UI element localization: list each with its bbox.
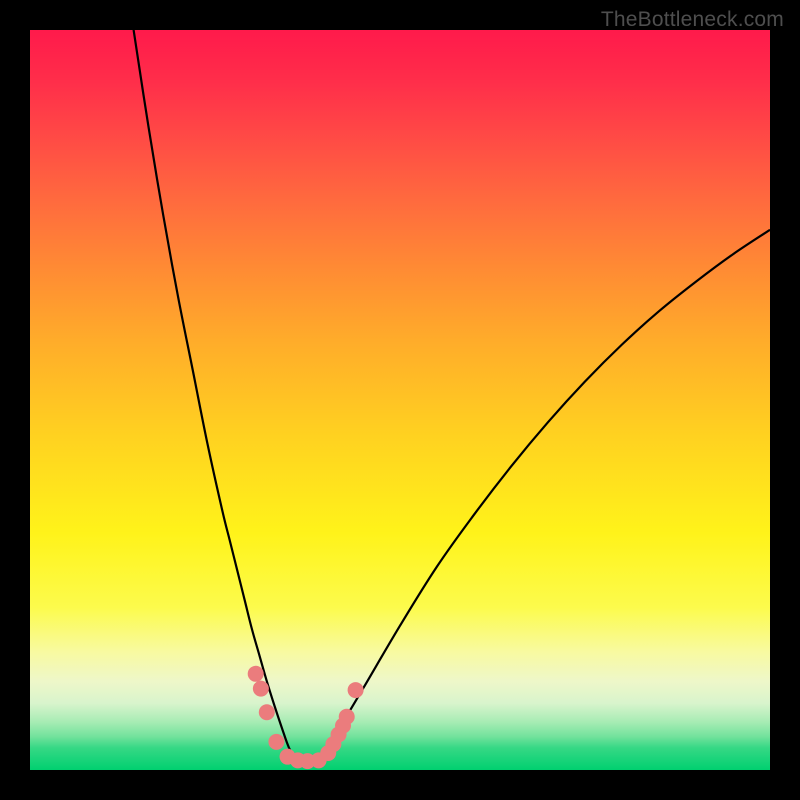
watermark-text: TheBottleneck.com (601, 8, 784, 32)
data-point (339, 709, 355, 725)
dots-group (248, 666, 364, 769)
data-point (248, 666, 264, 682)
bottleneck-curve (134, 30, 770, 767)
plot-area (30, 30, 770, 770)
data-point (253, 681, 269, 697)
curve-group (134, 30, 770, 767)
chart-frame: TheBottleneck.com (0, 0, 800, 800)
data-point (268, 734, 284, 750)
chart-svg (30, 30, 770, 770)
data-point (348, 682, 364, 698)
data-point (259, 704, 275, 720)
